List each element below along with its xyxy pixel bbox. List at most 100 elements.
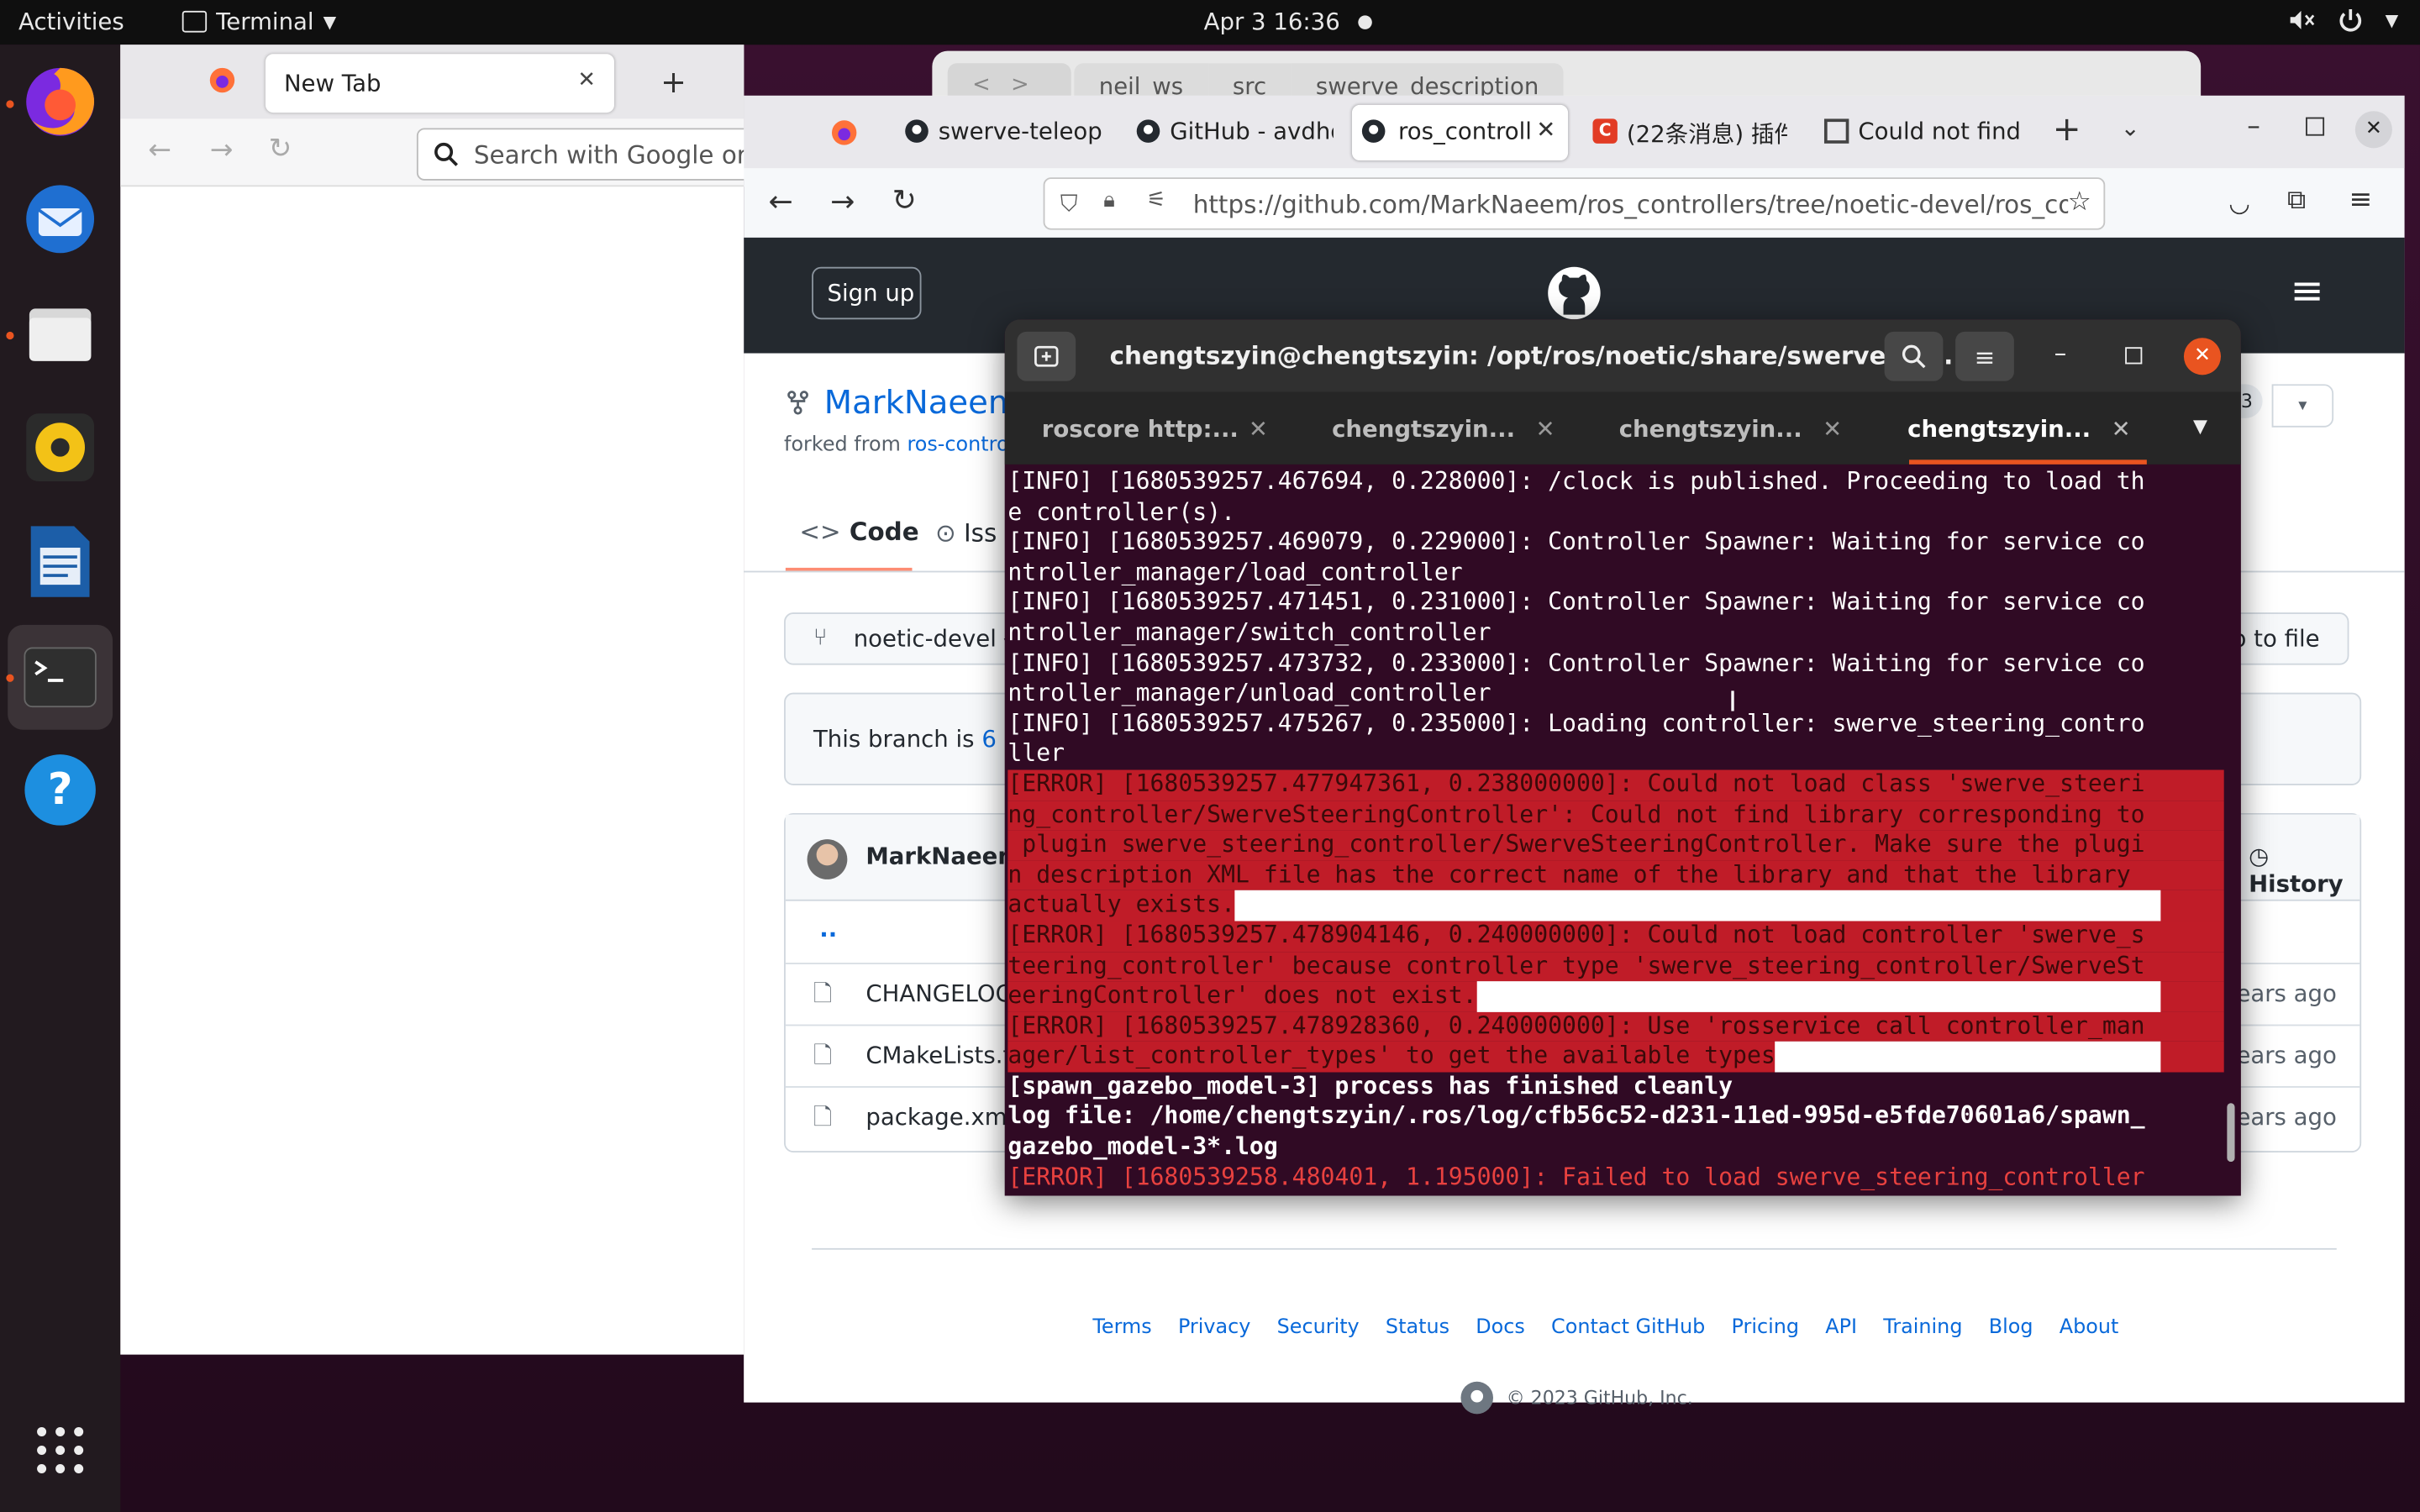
reload-icon[interactable]: ↻: [892, 184, 917, 218]
top-bar: Activities Terminal ▼ Apr 3 16:36 ▼: [0, 0, 2420, 45]
text-cursor-icon: I: [1728, 686, 1737, 719]
parent-dir-link[interactable]: ..: [819, 915, 837, 942]
history-link[interactable]: ◷ History: [2249, 843, 2360, 898]
pocket-icon[interactable]: ◡: [2228, 188, 2250, 218]
file-age: ears ago: [2236, 1041, 2337, 1069]
firefox-tab-icon: [831, 120, 857, 145]
close-window-icon[interactable]: ✕: [2354, 111, 2392, 149]
minimize-icon[interactable]: –: [2247, 111, 2260, 142]
tab-ros-controllers[interactable]: ros_controll ✕: [1351, 104, 1569, 161]
bookmark-star-icon[interactable]: ☆: [2067, 186, 2091, 218]
new-tab-button[interactable]: +: [2053, 111, 2081, 150]
tray-caret-icon: ▼: [2385, 9, 2399, 30]
terminal-tab-active[interactable]: chengtszyin... ✕: [1870, 392, 2158, 465]
tab-issues[interactable]: ⊙ Iss: [935, 518, 997, 548]
system-tray[interactable]: ▼: [2286, 6, 2398, 34]
close-icon[interactable]: ✕: [2112, 415, 2131, 443]
footer-link[interactable]: Blog: [1989, 1316, 2033, 1340]
file-name[interactable]: CHANGELOG: [865, 979, 1013, 1007]
github-logo-icon[interactable]: [1546, 265, 1602, 321]
show-apps-icon: [37, 1426, 84, 1474]
footer-link[interactable]: Status: [1386, 1316, 1449, 1340]
tab-code[interactable]: <> Code: [799, 517, 918, 546]
csdn-icon: C: [1592, 118, 1618, 144]
tab-swerve-teleop[interactable]: swerve-teleop: [898, 105, 1102, 160]
sign-up-button[interactable]: Sign up: [812, 266, 922, 320]
scrollbar[interactable]: [2227, 1103, 2235, 1163]
new-tab-button[interactable]: +: [660, 63, 687, 100]
reload-icon[interactable]: ↻: [269, 133, 292, 165]
close-icon[interactable]: ✕: [2183, 338, 2222, 375]
file-name[interactable]: CMakeLists.t: [865, 1042, 1012, 1069]
url-bar[interactable]: ⛉ 🔒︎ ⚟ https://github.com/MarkNaeem/ros_…: [1043, 177, 2106, 230]
footer-link[interactable]: Training: [1883, 1316, 1962, 1340]
close-icon[interactable]: ✕: [1536, 415, 1555, 443]
footer-link[interactable]: Docs: [1476, 1316, 1525, 1340]
repo-owner-link[interactable]: MarkNaeem: [824, 384, 1020, 421]
file-name[interactable]: package.xml: [865, 1103, 1013, 1131]
terminal-line: log file: /home/chengtszyin/.ros/log/cfb…: [1007, 1102, 2145, 1131]
tab-issues-label: Iss: [964, 518, 997, 549]
avatar[interactable]: [807, 839, 848, 879]
terminal-tab[interactable]: chengtszyin... ✕: [1582, 392, 1870, 465]
back-icon[interactable]: ←: [148, 134, 171, 167]
hamburger-menu-icon[interactable]: ≡: [2291, 269, 2324, 315]
dock-writer[interactable]: [18, 520, 102, 603]
footer-link[interactable]: About: [2060, 1316, 2119, 1340]
search-input[interactable]: Search with Google or e: [416, 128, 772, 181]
maximize-icon[interactable]: [2125, 347, 2143, 365]
go-to-file-button[interactable]: o to file: [2222, 612, 2349, 665]
forward-icon[interactable]: →: [210, 134, 234, 167]
dock-thunderbird[interactable]: [18, 177, 102, 260]
copyright: © 2023 GitHub, Inc.: [1460, 1381, 1693, 1415]
footer-link[interactable]: Security: [1277, 1316, 1360, 1340]
footer-link[interactable]: Contact GitHub: [1551, 1316, 1705, 1340]
star-dropdown-caret-icon[interactable]: ▾: [2271, 384, 2334, 428]
close-icon[interactable]: ✕: [1823, 415, 1842, 443]
terminal-tab[interactable]: chengtszyin... ✕: [1295, 392, 1582, 465]
tab-could-not-find[interactable]: Could not find: [1818, 105, 2018, 160]
dock-files[interactable]: [18, 291, 102, 375]
terminal-window: chengtszyin@chengtszyin: /opt/ros/noetic…: [1004, 319, 2241, 1196]
footer-link[interactable]: Terms: [1092, 1316, 1151, 1340]
tab-csdn[interactable]: C (22条消息) 插件: [1586, 105, 1787, 160]
extensions-icon[interactable]: ⧉: [2287, 185, 2306, 216]
back-icon[interactable]: ←: [769, 185, 793, 218]
repo-forked-icon: [787, 391, 808, 415]
terminal-line: ntroller_manager/switch_controller: [1007, 618, 1491, 647]
new-tab-button[interactable]: [1017, 331, 1076, 381]
tabs-dropdown-icon[interactable]: ▼: [2193, 415, 2207, 437]
file-age: ears ago: [2236, 979, 2337, 1008]
github-icon: [1136, 118, 1160, 150]
activities-button[interactable]: Activities: [18, 8, 124, 35]
dock-help[interactable]: ?: [18, 748, 102, 832]
forward-icon[interactable]: →: [830, 185, 855, 218]
footer-link[interactable]: API: [1825, 1316, 1857, 1340]
tab-github-avdho[interactable]: GitHub - avdho: [1129, 105, 1334, 160]
close-icon[interactable]: ✕: [1533, 115, 1556, 144]
minimize-icon[interactable]: –: [2054, 338, 2067, 367]
footer-link[interactable]: Pricing: [1732, 1316, 1799, 1340]
branch-selector[interactable]: ⑂ noetic-devel ▾: [784, 612, 1031, 665]
commit-author[interactable]: MarkNaeem: [865, 843, 1022, 870]
menu-button[interactable]: ≡: [1955, 331, 2014, 381]
dock-rhythmbox[interactable]: [18, 406, 102, 489]
dock-firefox[interactable]: [18, 60, 102, 144]
ff2-tabbar: swerve-teleop GitHub - avdho ros_control…: [744, 95, 2405, 169]
terminal-line: plugin swerve_steering_controller/Swerve…: [1007, 830, 2224, 861]
footer-link[interactable]: Privacy: [1178, 1316, 1250, 1340]
terminal-tab[interactable]: roscore http:... ✕: [1005, 392, 1292, 465]
hamburger-icon: ≡: [1974, 341, 1996, 371]
close-icon[interactable]: ✕: [577, 68, 596, 92]
list-tabs-chevron-icon[interactable]: ⌄: [2121, 114, 2140, 142]
menu-icon[interactable]: ≡: [2349, 184, 2372, 217]
dock-terminal[interactable]: [8, 624, 113, 730]
clock[interactable]: Apr 3 16:36: [1204, 8, 1340, 35]
terminal-output[interactable]: [INFO] [1680539257.467694, 0.228000]: /c…: [1007, 468, 2224, 1196]
app-menu[interactable]: Terminal ▼: [182, 8, 336, 35]
close-icon[interactable]: ✕: [1249, 415, 1268, 443]
search-button[interactable]: [1884, 331, 1944, 381]
dock-show-apps[interactable]: [18, 1409, 102, 1492]
tab-new-tab[interactable]: New Tab ✕: [265, 54, 615, 113]
maximize-icon[interactable]: [2306, 117, 2325, 136]
